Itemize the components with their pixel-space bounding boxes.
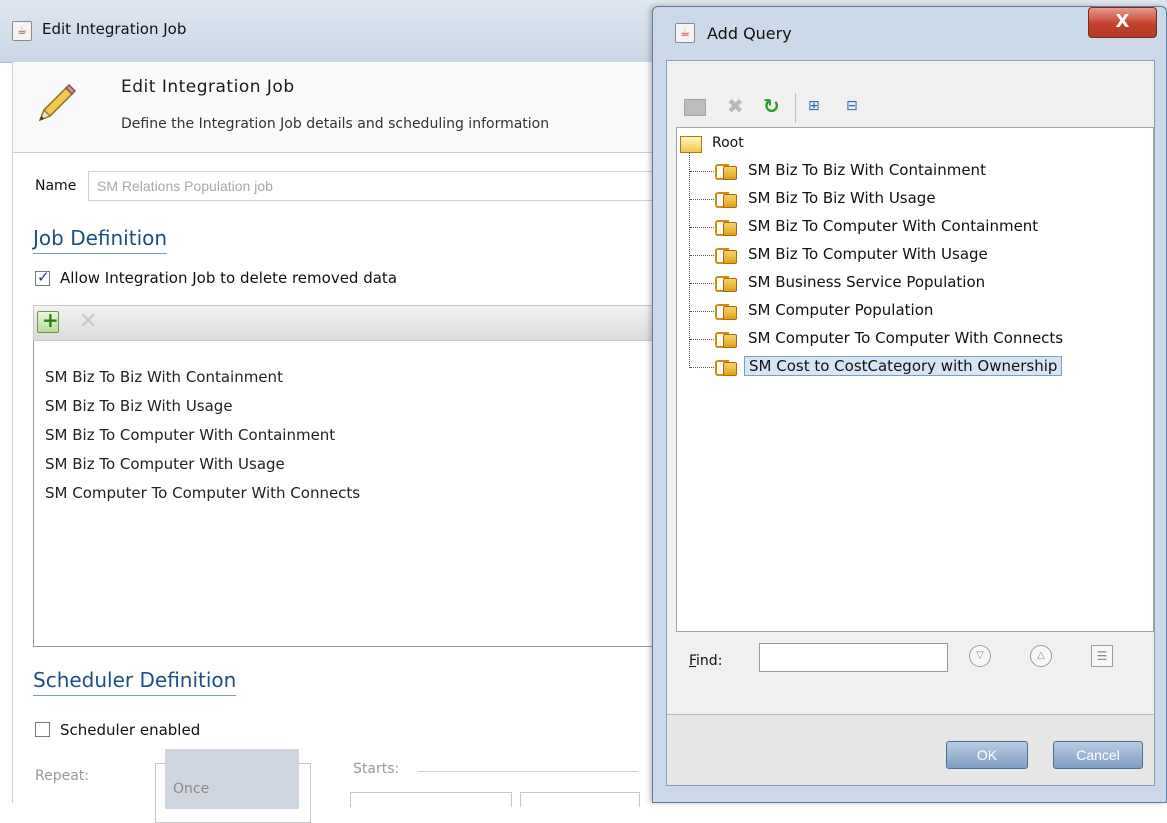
query-icon — [715, 302, 739, 322]
find-all-icon[interactable]: ☰ — [1091, 645, 1113, 667]
tree-connector-line — [689, 153, 691, 368]
tree-query-item[interactable]: SM Biz To Computer With Usage — [748, 245, 988, 263]
tree-connector — [690, 311, 714, 313]
repeat-label: Repeat: — [35, 768, 89, 784]
delete-icon[interactable]: ✖ — [727, 91, 744, 121]
new-folder-icon[interactable] — [684, 99, 706, 116]
remove-query-button[interactable]: ✕ — [79, 309, 97, 334]
refresh-icon[interactable]: ↻ — [763, 91, 780, 121]
tree-query-item-selected[interactable]: SM Cost to CostCategory with Ownership — [744, 356, 1063, 376]
query-icon — [715, 162, 739, 182]
tree-connector — [690, 367, 714, 369]
job-query-item[interactable]: SM Biz To Biz With Usage — [45, 397, 233, 415]
query-icon — [715, 358, 739, 378]
query-icon — [715, 330, 739, 350]
job-query-item[interactable]: SM Biz To Computer With Containment — [45, 426, 335, 444]
query-icon — [715, 218, 739, 238]
tree-root-label[interactable]: Root — [712, 135, 744, 151]
tree-query-item[interactable]: SM Computer To Computer With Connects — [748, 329, 1063, 347]
dialog-header-title: Edit Integration Job — [121, 77, 295, 97]
starts-label: Starts: — [353, 761, 400, 777]
add-query-button[interactable] — [37, 308, 59, 333]
tree-connector — [690, 255, 714, 257]
repeat-option-label: Once — [173, 781, 210, 797]
collapse-all-icon[interactable]: ⊟ — [846, 91, 858, 121]
tree-query-item[interactable]: SM Business Service Population — [748, 273, 985, 291]
folder-icon — [680, 136, 702, 153]
query-icon — [715, 246, 739, 266]
dialog-header-subtitle: Define the Integration Job details and s… — [121, 116, 550, 132]
find-label-text: ind: — [696, 653, 723, 669]
add-query-window-title: Add Query — [707, 24, 792, 43]
allow-delete-label[interactable]: Allow Integration Job to delete removed … — [60, 269, 397, 287]
tree-query-item[interactable]: SM Biz To Computer With Containment — [748, 217, 1038, 235]
java-cup-icon: ☕ — [675, 23, 695, 43]
query-icon — [715, 274, 739, 294]
edit-dialog-window-title: Edit Integration Job — [42, 20, 187, 38]
scheduler-enabled-checkbox[interactable] — [35, 722, 50, 737]
find-label: Find: — [689, 653, 722, 669]
name-label: Name — [35, 178, 77, 194]
tree-connector — [690, 227, 714, 229]
tree-connector — [690, 171, 714, 173]
cancel-button[interactable]: Cancel — [1053, 741, 1143, 769]
find-input[interactable] — [759, 643, 948, 672]
tree-query-item[interactable]: SM Biz To Biz With Containment — [748, 161, 986, 179]
close-button[interactable]: X — [1088, 7, 1157, 38]
scheduler-enabled-label[interactable]: Scheduler enabled — [60, 721, 200, 739]
find-next-icon[interactable]: ▽ — [969, 645, 991, 667]
start-date-field[interactable] — [350, 792, 512, 807]
tree-connector — [690, 339, 714, 341]
job-query-item[interactable]: SM Computer To Computer With Connects — [45, 484, 360, 502]
query-icon — [715, 190, 739, 210]
allow-delete-checkbox[interactable] — [35, 268, 50, 286]
find-previous-icon[interactable]: △ — [1030, 645, 1052, 667]
find-label-mnemonic: F — [689, 653, 697, 669]
repeat-option-selected[interactable] — [165, 749, 299, 809]
tree-query-item[interactable]: SM Computer Population — [748, 301, 933, 319]
tree-query-item[interactable]: SM Biz To Biz With Usage — [748, 189, 936, 207]
tree-connector — [690, 199, 714, 201]
start-time-field[interactable] — [520, 792, 640, 807]
pencil-icon — [38, 83, 77, 122]
scheduler-definition-title: Scheduler Definition — [33, 668, 237, 696]
job-query-item[interactable]: SM Biz To Biz With Containment — [45, 368, 283, 386]
job-query-item[interactable]: SM Biz To Computer With Usage — [45, 455, 285, 473]
tree-connector — [690, 283, 714, 285]
java-cup-icon: ☕ — [12, 21, 32, 41]
content-left-border — [12, 152, 13, 803]
expand-all-icon[interactable]: ⊞ — [808, 91, 820, 121]
starts-group-line — [418, 771, 638, 772]
job-definition-title: Job Definition — [33, 226, 168, 254]
ok-button[interactable]: OK — [946, 741, 1028, 769]
toolbar-separator — [795, 93, 796, 123]
